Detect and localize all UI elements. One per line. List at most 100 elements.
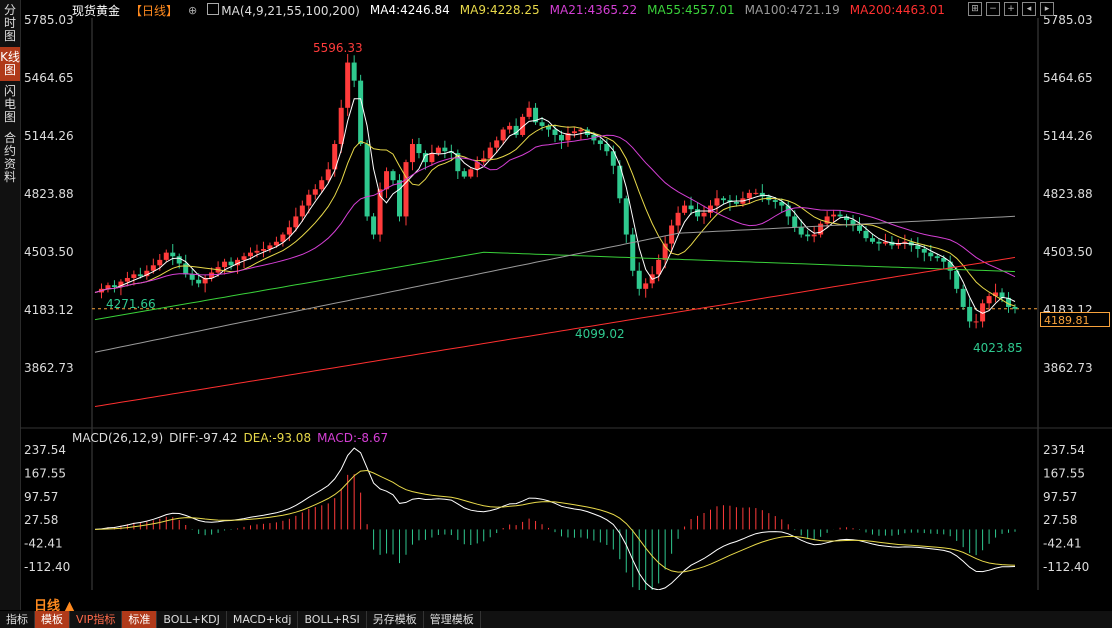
tab-indicator[interactable]: 指标 [0, 611, 35, 628]
tab-boll-kdj[interactable]: BOLL+KDJ [157, 611, 227, 628]
candle-body [675, 212, 681, 226]
zoom-out-icon[interactable]: − [986, 2, 1000, 16]
price-axis-left-label: 4503.50 [24, 245, 74, 259]
candle-body [176, 256, 182, 264]
add-indicator-icon[interactable]: ⊕ [188, 4, 197, 17]
candle-body [325, 169, 331, 181]
bottom-toolbar: 指标 模板 VIP指标 标准 BOLL+KDJ MACD+kdj BOLL+RS… [0, 611, 1112, 628]
candle-body [623, 198, 629, 235]
tab-macd-kdj[interactable]: MACD+kdj [227, 611, 299, 628]
candle-body [241, 256, 247, 260]
tab-boll-rsi[interactable]: BOLL+RSI [298, 611, 367, 628]
candle-body [293, 216, 299, 228]
candle-body [656, 259, 662, 275]
candle-body [695, 209, 701, 217]
macd-axis-right-label: 27.58 [1043, 513, 1077, 527]
candle-body [286, 227, 292, 235]
tab-kline[interactable]: K线图 [0, 47, 20, 81]
tab-manage-template[interactable]: 管理模板 [424, 611, 481, 628]
tab-template[interactable]: 模板 [35, 611, 70, 628]
price-axis-left-label: 4183.12 [24, 303, 74, 317]
candle-body [526, 107, 532, 117]
candle-body [435, 147, 441, 154]
instrument-name: 现货黄金 [72, 3, 121, 18]
candle-body [170, 252, 176, 257]
candle-body [869, 238, 875, 242]
candle-body [468, 169, 474, 177]
candle-body [643, 283, 649, 289]
candle-body [857, 225, 863, 231]
macd-header: MACD(26,12,9) DIFF:-97.42 DEA:-93.08 MAC… [72, 431, 388, 445]
ma9-line [94, 124, 1016, 307]
ma100-value: MA100:4721.19 [744, 3, 840, 17]
price-axis-left-label: 5464.65 [24, 71, 74, 85]
candle-body [338, 107, 344, 145]
candle-body [319, 180, 325, 190]
candle-body [831, 214, 837, 217]
price-axis-left-label: 5785.03 [24, 13, 74, 27]
macd-axis-left-label: -42.41 [24, 537, 63, 551]
pan-left-icon[interactable]: ◂ [1022, 2, 1036, 16]
chart-controls: ⊞ − + ◂ ▸ [968, 2, 1054, 16]
candle-body [196, 279, 202, 284]
candle-body [131, 274, 137, 278]
pan-right-icon[interactable]: ▸ [1040, 2, 1054, 16]
zoom-in-icon[interactable]: + [1004, 2, 1018, 16]
macd-axis-right-label: 237.54 [1043, 443, 1085, 457]
candle-body [351, 62, 357, 81]
candle-body [934, 256, 940, 259]
candle-body [461, 171, 467, 177]
ma200-line [94, 256, 1016, 407]
candle-body [260, 249, 266, 251]
macd-diff-line [94, 447, 1016, 590]
candle-body [798, 227, 804, 235]
candle-body [222, 261, 228, 268]
candle-body [345, 62, 351, 108]
candle-body [442, 147, 448, 152]
macd-label[interactable]: MACD(26,12,9) [72, 431, 163, 445]
tab-contract-info[interactable]: 合约资料 [0, 128, 20, 188]
ma21-value: MA21:4365.22 [549, 3, 638, 17]
candle-body [792, 216, 798, 228]
tab-flash[interactable]: 闪电图 [0, 81, 20, 128]
period-label[interactable]: 【日线】 [130, 2, 178, 19]
candle-body [578, 129, 584, 132]
macd-axis-right-label: 97.57 [1043, 490, 1077, 504]
candle-body [364, 144, 370, 217]
tab-vip-indicator[interactable]: VIP指标 [70, 611, 123, 628]
macd-axis-right-label: 167.55 [1043, 466, 1085, 480]
candle-body [876, 241, 882, 244]
candle-body [539, 122, 545, 126]
crosshair-icon[interactable]: ⊞ [968, 2, 982, 16]
candle-body [273, 241, 279, 246]
macd-dea: DEA:-93.08 [243, 431, 312, 445]
candle-body [111, 285, 117, 288]
candle-body [306, 194, 312, 206]
tab-save-template[interactable]: 另存模板 [367, 611, 424, 628]
candle-body [299, 205, 305, 217]
kline-chart[interactable]: 5785.03 5785.035464.65 5464.655144.26 5144.… [20, 0, 1112, 590]
tab-timeshare[interactable]: 分时图 [0, 0, 20, 47]
candle-body [371, 216, 377, 235]
ma-params[interactable]: MA(4,9,21,55,100,200) [207, 2, 360, 18]
ma21-line [94, 134, 1016, 293]
tab-standard[interactable]: 标准 [122, 611, 158, 628]
price-axis-right-label: 4503.50 [1043, 245, 1093, 259]
candle-body [753, 192, 759, 194]
candle-body [805, 234, 811, 237]
candle-body [494, 140, 500, 148]
candle-body [714, 198, 720, 206]
price-axis-right-label: 5144.26 [1043, 129, 1093, 143]
macd-axis-left-label: -112.40 [24, 560, 70, 574]
candle-body [837, 214, 843, 217]
candle-body [636, 270, 642, 289]
candle-body [403, 162, 409, 217]
price-axis-right-label: 4823.88 [1043, 187, 1093, 201]
candle-body [552, 129, 558, 135]
candle-body [811, 234, 817, 237]
candle-body [960, 288, 966, 307]
candle-body [312, 189, 318, 195]
candle-body [688, 205, 694, 210]
price-axis-right-label: 3862.73 [1043, 361, 1093, 375]
ma4-value: MA4:4246.84 [369, 3, 450, 17]
